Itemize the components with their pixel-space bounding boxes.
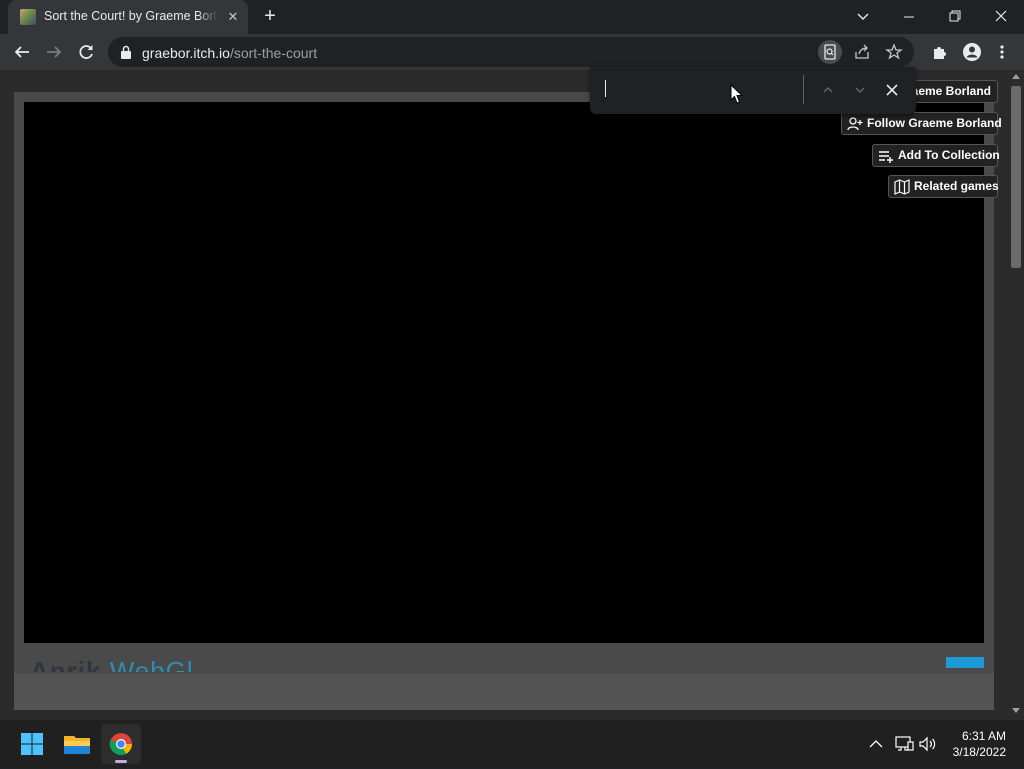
active-app-indicator [115,760,127,763]
show-hidden-icons-button[interactable] [864,732,888,756]
game-footer [14,674,994,710]
find-in-page-icon[interactable] [818,40,842,64]
tab-title: Sort the Court! by Graeme Borland [44,9,218,23]
restore-button[interactable] [932,0,978,34]
add-to-collection-label: Add To Collection [898,148,1000,162]
map-icon [894,179,910,195]
find-bar [590,67,916,114]
share-icon[interactable] [850,40,874,64]
chevron-up-icon [869,740,883,748]
windows-start-icon [21,733,43,755]
profile-button[interactable] [958,38,986,66]
kebab-menu-icon [1000,45,1004,59]
text-caret [605,80,606,97]
mouse-pointer-icon [730,84,744,104]
related-games-button[interactable]: Related games [888,175,999,198]
back-icon [14,46,29,58]
add-list-icon [879,151,893,163]
find-close-button[interactable] [880,78,904,102]
scroll-down-arrow-icon[interactable] [1012,708,1020,713]
restore-icon [949,10,961,22]
network-icon [895,736,914,751]
file-explorer-button[interactable] [57,724,97,764]
minimize-icon [904,16,914,18]
extensions-icon [934,47,946,59]
star-icon[interactable] [882,40,906,64]
chrome-taskbar-button[interactable] [101,724,141,764]
logo-dark-text: Anrik [30,656,102,672]
back-button[interactable] [8,38,36,66]
fullscreen-button[interactable] [946,657,984,668]
scroll-thumb[interactable] [1011,86,1021,268]
forward-button[interactable] [40,38,68,66]
close-icon [886,84,898,96]
logo-blue-text: WebGl [109,656,194,672]
tab-search-button[interactable] [840,0,886,34]
browser-toolbar: graebor.itch.io/sort-the-court [0,34,1024,70]
menu-button[interactable] [990,38,1014,66]
speaker-icon [919,736,936,752]
page-content: Anrik WebGl [0,70,1008,720]
tab-strip: Sort the Court! by Graeme Borland ✕ + [0,0,1024,34]
reload-icon [79,45,93,59]
chrome-icon [109,733,132,756]
follow-label: Follow Graeme Borland [867,116,1002,130]
windows-taskbar: 6:31 AM 3/18/2022 [0,720,1024,768]
chevron-down-icon [855,87,865,94]
volume-button[interactable] [916,732,940,756]
network-button[interactable] [892,732,916,756]
url-host: graebor.itch.io [142,45,230,61]
page-scrollbar[interactable] [1008,70,1024,720]
follow-button[interactable]: Follow Graeme Borland [841,112,1002,135]
chevron-up-icon [823,86,833,93]
system-clock[interactable]: 6:31 AM 3/18/2022 [940,728,1006,760]
add-to-collection-button[interactable]: Add To Collection [872,144,1000,167]
webgl-logo: Anrik WebGl [30,656,194,672]
find-next-button[interactable] [848,78,872,102]
find-input[interactable] [602,77,792,101]
address-bar[interactable]: graebor.itch.io/sort-the-court [108,37,914,67]
new-tab-button[interactable]: + [258,5,282,29]
clock-date: 3/18/2022 [952,745,1006,759]
game-canvas[interactable] [24,102,984,643]
file-explorer-icon [64,736,90,754]
lock-icon[interactable] [120,45,132,59]
browser-tab[interactable]: Sort the Court! by Graeme Borland ✕ [8,0,248,34]
chevron-down-icon [857,13,869,20]
close-icon [995,10,1007,22]
url-text: graebor.itch.io/sort-the-court [142,45,317,61]
window-close-button[interactable] [978,0,1024,34]
url-path: /sort-the-court [229,45,318,61]
related-games-label: Related games [914,179,999,193]
omnibox-icons [816,40,906,64]
start-button[interactable] [12,724,52,764]
reload-button[interactable] [72,38,100,66]
minimize-button[interactable] [886,0,932,34]
clock-time: 6:31 AM [961,729,1006,743]
scroll-up-arrow-icon[interactable] [1012,74,1020,79]
forward-icon [47,46,62,58]
tab-close-icon[interactable]: ✕ [224,8,242,26]
extensions-button[interactable] [926,38,954,66]
find-separator [803,75,804,104]
find-previous-button[interactable] [816,78,840,102]
tab-favicon-icon [20,9,36,25]
profile-icon [963,43,981,61]
follow-user-icon [847,117,863,131]
more-games-label: raeme Borland [906,84,991,98]
